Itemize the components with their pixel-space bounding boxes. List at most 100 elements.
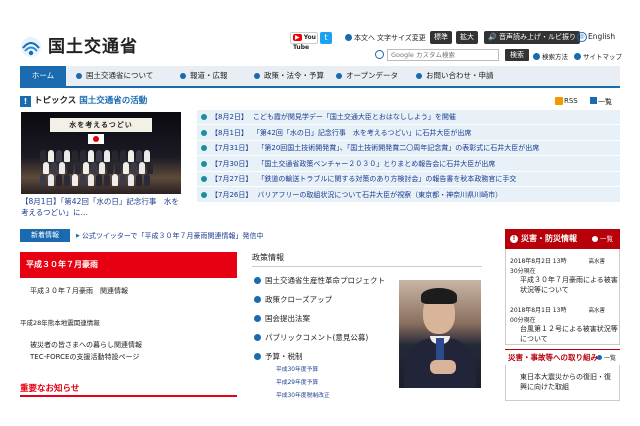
photo-person	[91, 162, 97, 174]
photo-person	[40, 150, 46, 162]
news-link[interactable]: 公式ツイッターで「平成３０年７月豪雨関連情報」発信中	[76, 231, 264, 241]
disaster-type: 高水害	[588, 259, 605, 265]
important-divider	[20, 395, 237, 397]
arrow-icon	[201, 114, 207, 121]
topic-text: こども霞が関見学デー「国土交通大臣とおはなししよう」を開催	[252, 113, 456, 122]
policy-item-bills[interactable]: 国会提出法案	[254, 314, 310, 324]
photo-banner-text: 水を考えるつどい	[50, 118, 152, 132]
disaster-link[interactable]: 平成３０年７月豪雨による被害状況等について	[520, 276, 620, 295]
photo-person	[144, 150, 150, 162]
photo-person	[112, 150, 118, 162]
response-list-link[interactable]: 一覧	[597, 353, 616, 362]
nav-home[interactable]: ホーム	[20, 66, 66, 86]
nav-contact[interactable]: お問い合わせ・申請	[416, 66, 494, 86]
photo-person	[120, 174, 126, 186]
photo-person	[131, 162, 137, 174]
photo-person	[43, 162, 49, 174]
topic-photo-caption[interactable]: 【8月1日】「第42回「水の日」記念行事 水を考えるつどい」に…	[21, 196, 181, 218]
policy-divider	[252, 266, 482, 267]
skip-to-content-label: 本文へ	[354, 34, 375, 42]
important-prefix: 重要	[20, 384, 38, 394]
site-title[interactable]: 国土交通省	[48, 36, 138, 58]
topic-item[interactable]: 【8月1日】 「第42回「水の日」記念行事 水を考えるつどい」に石井大臣が出席	[197, 125, 620, 140]
topic-date: 【7月30日】	[211, 159, 253, 168]
search-help-link[interactable]: 検索方法	[533, 51, 568, 61]
photo-person	[83, 162, 89, 174]
kumamoto-link-tecforce[interactable]: TEC-FORCEの支援活動特設ページ	[30, 352, 139, 362]
photo-person	[56, 174, 62, 186]
voice-reading-button[interactable]: 🔊 音声読み上げ・ルビ振り	[484, 31, 580, 44]
english-link[interactable]: English	[588, 32, 615, 42]
topic-date: 【7月27日】	[211, 175, 253, 184]
topics-list-link[interactable]: 一覧	[598, 97, 612, 107]
topic-item[interactable]: 【7月26日】 バリアフリーの取組状況について石井大臣が視察（東京都・神奈川県川崎…	[197, 187, 620, 202]
photo-person	[64, 174, 70, 186]
global-nav: ホーム 国土交通省について 報道・広報 政策・法令・予算 オープンデータ お問い…	[20, 66, 620, 88]
disaster-date-text: 2018年8月1日 13時	[510, 307, 567, 314]
sitemap-link[interactable]: サイトマップ	[574, 51, 622, 61]
disaster-date-text: 2018年8月2日 13時	[510, 258, 567, 265]
topic-item[interactable]: 【7月27日】 「鉄道の輸送トラブルに関する対策のあり方検討会」の報告書を秋本政務…	[197, 171, 620, 187]
topic-item[interactable]: 【7月30日】 「国土交通省政策ベンチャー２０３０」とりまとめ報告会に石井大臣が出…	[197, 156, 620, 171]
response-link[interactable]: 東日本大震災からの復旧・復興に向けた取組	[520, 373, 616, 392]
important-news-heading: 重要なお知らせ	[20, 382, 79, 394]
youtube-icon[interactable]: ▶ You Tube	[290, 32, 318, 51]
heavy-rain-link[interactable]: 平成３０年７月豪雨 関連情報	[30, 286, 128, 296]
photo-person	[80, 150, 86, 162]
photo-person	[147, 162, 153, 174]
photo-person	[115, 162, 121, 174]
photo-person	[72, 150, 78, 162]
kumamoto-link-living[interactable]: 被災者の皆さまへの暮らし関連情報	[30, 340, 142, 350]
sitemap-label: サイトマップ	[583, 53, 622, 61]
topic-item[interactable]: 【8月2日】 こども霞が関見学デー「国土交通大臣とおはなししよう」を開催	[197, 110, 620, 125]
rss-icon[interactable]	[555, 97, 563, 105]
mlit-logo[interactable]	[20, 36, 42, 58]
disaster-type: 高水害	[588, 308, 605, 314]
photo-person	[104, 150, 110, 162]
photo-person	[139, 162, 145, 174]
search-input[interactable]	[387, 49, 499, 61]
skip-to-content-link[interactable]: 本文へ	[345, 33, 375, 43]
voice-reading-label: 音声読み上げ・ルビ振り	[498, 33, 576, 41]
disaster-list-link[interactable]: 一覧	[592, 233, 613, 243]
topic-date: 【8月2日】	[211, 113, 248, 122]
policy-item-closeup[interactable]: 政策クローズアップ	[254, 295, 332, 305]
nav-policy[interactable]: 政策・法令・予算	[254, 66, 324, 86]
minister-hand	[430, 360, 456, 374]
rss-link[interactable]: RSS	[564, 97, 578, 105]
kumamoto-title: 平成28年熊本地震関連情報	[20, 319, 100, 327]
topic-item[interactable]: 【7月31日】 「第20回国土技術開発賞」、「国土技術開発賞二〇周年記念賞」の表彰…	[197, 140, 620, 156]
photo-person	[96, 150, 102, 162]
disaster-link[interactable]: 台風第１２号による被害状況等について	[520, 325, 620, 344]
font-standard-button[interactable]: 標準	[430, 31, 452, 44]
heavy-rain-banner[interactable]: 平成３０年７月豪雨	[20, 252, 237, 278]
twitter-icon[interactable]: t	[320, 32, 332, 44]
search-button[interactable]: 検索	[505, 49, 529, 61]
policy-item-public-comment[interactable]: パブリックコメント(意見公募)	[254, 333, 368, 343]
budget-link-h30[interactable]: 平成30年度予算	[276, 364, 318, 373]
photo-person	[72, 174, 78, 186]
nav-about[interactable]: 国土交通省について	[76, 66, 153, 86]
nav-press[interactable]: 報道・広報	[180, 66, 228, 86]
budget-link-h29[interactable]: 平成29年度予算	[276, 377, 318, 386]
photo-person	[136, 150, 142, 162]
speaker-icon: 🔊	[488, 33, 497, 41]
photo-person	[128, 174, 134, 186]
nav-open-data[interactable]: オープンデータ	[336, 66, 398, 86]
policy-item-budget[interactable]: 予算・税制	[254, 352, 303, 362]
photo-person	[59, 162, 65, 174]
policy-item-productivity[interactable]: 国土交通省生産性革命プロジェクト	[254, 276, 385, 286]
minister-hair	[421, 288, 457, 304]
topic-list: 【8月2日】 こども霞が関見学デー「国土交通大臣とおはなししよう」を開催 【8月1…	[197, 110, 620, 203]
topics-heading: 国土交通省の活動	[79, 96, 148, 106]
font-large-button[interactable]: 拡大	[456, 31, 478, 44]
arrow-icon	[201, 160, 207, 167]
budget-link-tax[interactable]: 平成30年度税制改正	[276, 390, 330, 399]
photo-person	[128, 150, 134, 162]
search-help-label: 検索方法	[542, 53, 568, 61]
disaster-date: 2018年8月2日 13時 高水害	[510, 256, 605, 265]
photo-person	[80, 174, 86, 186]
topics-title: トピックス 国土交通省の活動	[34, 96, 147, 107]
photo-person	[144, 174, 150, 186]
font-size-label: 文字サイズ変更	[377, 34, 426, 42]
